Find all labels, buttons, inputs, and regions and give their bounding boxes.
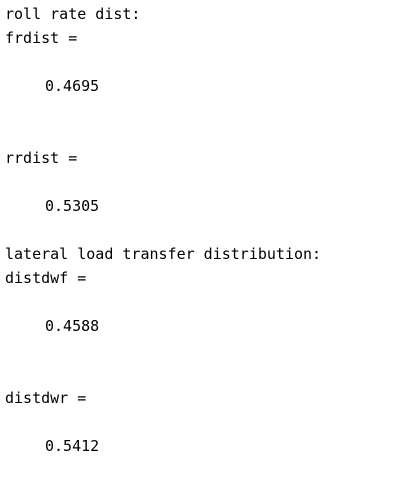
frdist-label: frdist = bbox=[5, 29, 78, 47]
lateral-load-transfer-header: lateral load transfer distribution: bbox=[5, 245, 322, 263]
roll-rate-dist-header: roll rate dist: bbox=[5, 5, 141, 23]
distdwr-value: 0.5412 bbox=[45, 437, 100, 455]
distdwf-value: 0.4588 bbox=[45, 317, 100, 335]
distdwr-label: distdwr = bbox=[5, 389, 87, 407]
frdist-value: 0.4695 bbox=[45, 77, 100, 95]
distdwf-label: distdwf = bbox=[5, 269, 87, 287]
rrdist-label: rrdist = bbox=[5, 149, 78, 167]
rrdist-value: 0.5305 bbox=[45, 197, 100, 215]
command-window-output: roll rate dist: frdist = 0.4695 rrdist =… bbox=[0, 0, 403, 480]
